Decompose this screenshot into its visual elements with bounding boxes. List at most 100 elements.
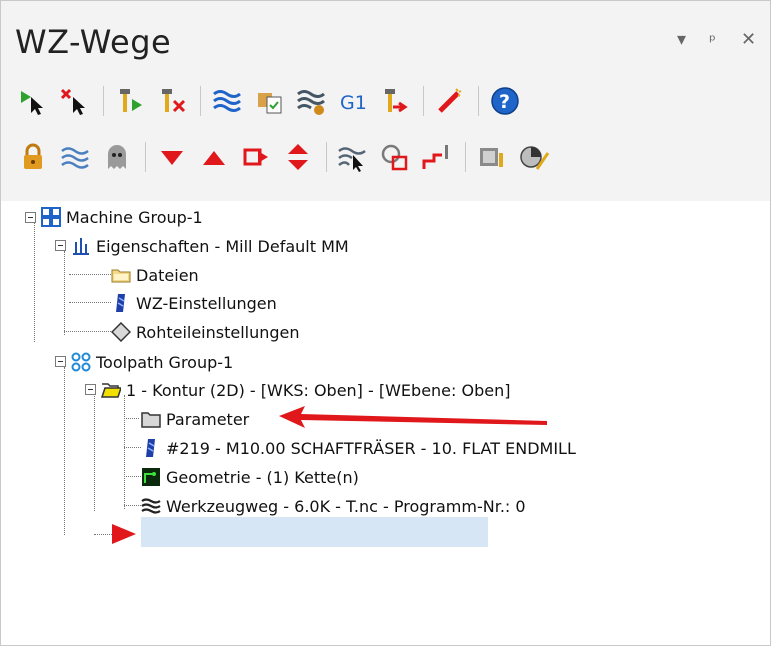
regenerate-dirty-button[interactable] <box>152 83 192 119</box>
tool-manager-button[interactable] <box>472 139 512 175</box>
tree-node-stock-settings[interactable]: Rohteileinstellungen <box>110 320 300 344</box>
tree-connector <box>124 395 125 509</box>
tree-node-label: Werkzeugweg - 6.0K - T.nc - Programm-Nr.… <box>166 496 526 516</box>
properties-expander[interactable] <box>55 240 66 251</box>
help-icon: ? <box>491 87 519 115</box>
folder-icon <box>111 265 131 285</box>
backplot-button[interactable] <box>207 83 247 119</box>
help-button[interactable]: ? <box>485 83 525 119</box>
toolpath-group-icon <box>71 352 91 372</box>
toolpath-display-button[interactable] <box>55 139 95 175</box>
regenerate-selected-button[interactable] <box>110 83 150 119</box>
close-icon[interactable]: ✕ <box>741 29 756 50</box>
operation-expander[interactable] <box>85 384 96 395</box>
panel-header: WZ-Wege ▾ ᵖ ✕ G1 ? <box>1 1 770 202</box>
insert-arrow-icon <box>243 148 268 166</box>
toolbar-separator <box>478 86 479 116</box>
tree-node-toolpath-group[interactable]: Toolpath Group-1 <box>71 350 233 374</box>
deselect-all-button[interactable] <box>55 83 95 119</box>
tree-node-files[interactable]: Dateien <box>111 263 199 287</box>
toolbar-row-2 <box>13 137 556 177</box>
tool-icon <box>111 293 131 313</box>
tree-node-label: Machine Group-1 <box>66 207 203 227</box>
regenerate-dirty-icon <box>162 89 186 113</box>
simulate-button[interactable] <box>291 83 331 119</box>
toolbar-separator <box>103 86 104 116</box>
tree-node-geometry[interactable]: Geometrie - (1) Kette(n) <box>141 465 359 489</box>
verify-icon <box>258 93 282 114</box>
endmill-icon <box>141 438 161 458</box>
tree-connector <box>64 367 65 535</box>
tree-node-tool-settings[interactable]: WZ-Einstellungen <box>111 291 277 315</box>
ghost-icon <box>108 145 126 169</box>
tree-node-label: #219 - M10.00 SCHAFTFRÄSER - 10. FLAT EN… <box>166 438 576 458</box>
tree-node-label: Dateien <box>136 265 199 285</box>
annotation-arrow-icon <box>279 406 547 428</box>
up-down-arrow-icon <box>288 144 308 170</box>
ghost-button[interactable] <box>97 139 137 175</box>
toolbar-separator <box>145 142 146 172</box>
svg-text:?: ? <box>499 91 510 113</box>
deselect-all-icon <box>60 88 85 115</box>
machine-group-expander[interactable] <box>25 212 36 223</box>
select-toolpath-icon <box>338 147 366 172</box>
machine-group-icon <box>41 207 61 227</box>
tree-connector <box>124 447 141 448</box>
tree-connector <box>94 396 95 511</box>
tree-node-parameter[interactable]: Parameter <box>141 407 249 431</box>
toolpath-group-expander[interactable] <box>55 356 66 367</box>
select-all-icon <box>21 91 43 115</box>
scroll-to-insert-button[interactable] <box>278 139 318 175</box>
post-selected-button[interactable] <box>375 83 415 119</box>
simulate-icon <box>297 90 325 115</box>
verify-button[interactable] <box>249 83 289 119</box>
select-toolpaths-button[interactable] <box>333 139 373 175</box>
toolbar-separator <box>326 142 327 172</box>
tree-node-label: Rohteileinstellungen <box>136 322 300 342</box>
lock-icon <box>24 143 42 169</box>
toolbar-separator <box>465 142 466 172</box>
open-folder-icon <box>100 380 123 400</box>
magic-wand-icon <box>438 88 462 113</box>
tree-connector <box>124 418 139 419</box>
tree-node-label: Geometrie - (1) Kette(n) <box>166 467 359 487</box>
tree-node-label: Toolpath Group-1 <box>96 352 234 372</box>
tree-node-operation[interactable]: 1 - Kontur (2D) - [WKS: Oben] - [WEbene:… <box>100 378 511 402</box>
tool-stepper-button[interactable] <box>417 139 457 175</box>
toolpath-display-icon <box>61 147 89 169</box>
move-down-button[interactable] <box>152 139 192 175</box>
tree-node-properties[interactable]: Eigenschaften - Mill Default MM <box>71 234 349 258</box>
pin-icon[interactable]: ᵖ <box>709 31 716 50</box>
svg-text:G1: G1 <box>340 92 367 114</box>
select-all-button[interactable] <box>13 83 53 119</box>
insert-position-slot[interactable] <box>141 517 488 547</box>
highfeed-button[interactable] <box>430 83 470 119</box>
toolbar-row-1: G1 ? <box>13 81 527 121</box>
toolpaths-panel: WZ-Wege ▾ ᵖ ✕ G1 ? Machine Group-1 Eigen… <box>0 0 771 646</box>
tree-node-toolpath[interactable]: Werkzeugweg - 6.0K - T.nc - Programm-Nr.… <box>141 494 526 518</box>
insert-arrow-button[interactable] <box>236 139 276 175</box>
insert-arrow-icon <box>112 524 136 544</box>
g1-post-button[interactable]: G1 <box>333 83 373 119</box>
move-up-button[interactable] <box>194 139 234 175</box>
tree-connector <box>64 251 65 335</box>
stock-icon <box>110 321 132 343</box>
shapes-button[interactable] <box>375 139 415 175</box>
sphere-pencil-icon <box>520 146 550 170</box>
tree-node-label: Eigenschaften - Mill Default MM <box>96 236 349 256</box>
tree-connector <box>94 534 112 535</box>
insert-arrow-marker[interactable] <box>112 524 136 544</box>
stepper-icon <box>422 145 448 169</box>
tool-manager-icon <box>480 148 503 167</box>
toolbar-separator <box>200 86 201 116</box>
tree-connector <box>124 505 141 506</box>
dropdown-icon[interactable]: ▾ <box>677 29 686 50</box>
tree-node-tool[interactable]: #219 - M10.00 SCHAFTFRÄSER - 10. FLAT EN… <box>141 436 576 460</box>
tree-node-label: 1 - Kontur (2D) - [WKS: Oben] - [WEbene:… <box>126 380 511 400</box>
toolpath-waves-icon <box>141 496 161 516</box>
stock-model-button[interactable] <box>514 139 554 175</box>
tree-node-label: Parameter <box>166 409 250 429</box>
lock-button[interactable] <box>13 139 53 175</box>
post-selected-icon <box>385 89 408 113</box>
tree-node-machine-group[interactable]: Machine Group-1 <box>41 205 203 229</box>
